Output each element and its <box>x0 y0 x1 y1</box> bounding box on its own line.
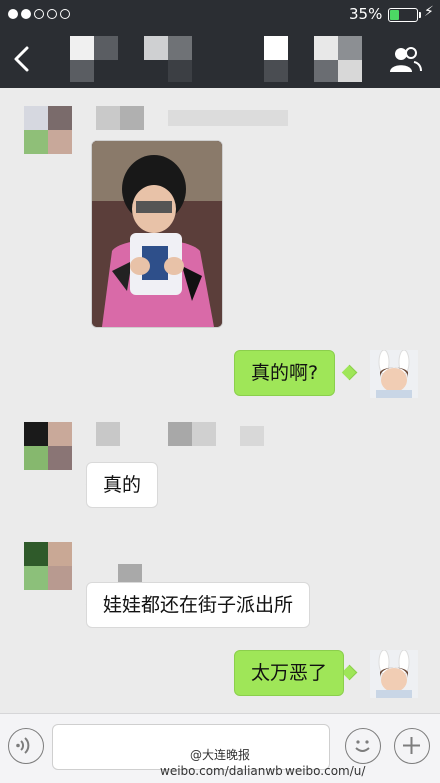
contacts-icon[interactable] <box>388 44 422 74</box>
child-photo <box>92 141 222 327</box>
watermark-dalian: @大连晚报 <box>190 748 251 762</box>
chat-header <box>0 30 440 88</box>
charging-icon: ⚡ <box>424 4 434 20</box>
chevron-left-icon[interactable] <box>10 44 32 74</box>
sender-name-pixelated <box>96 422 296 448</box>
image-message[interactable] <box>91 140 223 328</box>
sender-avatar[interactable] <box>24 422 72 470</box>
my-avatar[interactable] <box>370 650 418 698</box>
emoji-button[interactable] <box>345 728 381 764</box>
sender-avatar[interactable] <box>24 106 72 154</box>
chat-title-pixelated <box>70 36 370 82</box>
plus-icon <box>403 737 420 754</box>
watermark-weibo-user: weibo.com/u/ <box>285 764 366 778</box>
battery-percentage: 35% <box>349 5 383 23</box>
sender-name-pixelated <box>96 106 288 132</box>
watermark-weibo-dalianwb: weibo.com/dalianwb <box>160 764 283 778</box>
battery-nub <box>419 12 421 18</box>
voice-button[interactable] <box>8 728 44 764</box>
incoming-message-bubble[interactable]: 真的 <box>86 462 159 508</box>
outgoing-message-bubble[interactable]: 真的啊? <box>234 350 336 396</box>
my-avatar[interactable] <box>370 350 418 398</box>
voice-icon <box>16 737 30 754</box>
signal-strength-icon <box>8 9 70 19</box>
battery-fill <box>390 10 399 20</box>
incoming-message-bubble[interactable]: 娃娃都还在街子派出所 <box>86 582 311 628</box>
outgoing-message-bubble[interactable]: 太万恶了 <box>234 650 345 696</box>
sender-avatar[interactable] <box>24 542 72 590</box>
chat-message-list[interactable]: 真的啊? 真的 娃娃都还在街子派出所 太万恶了 <box>0 88 440 713</box>
plus-button[interactable] <box>394 728 430 764</box>
battery-icon <box>388 8 418 22</box>
status-bar: 35% ⚡ <box>0 0 440 30</box>
emoji-icon <box>355 740 370 752</box>
message-input-bar: @大连晚报 weibo.com/dalianwb weibo.com/u/ <box>0 713 440 783</box>
